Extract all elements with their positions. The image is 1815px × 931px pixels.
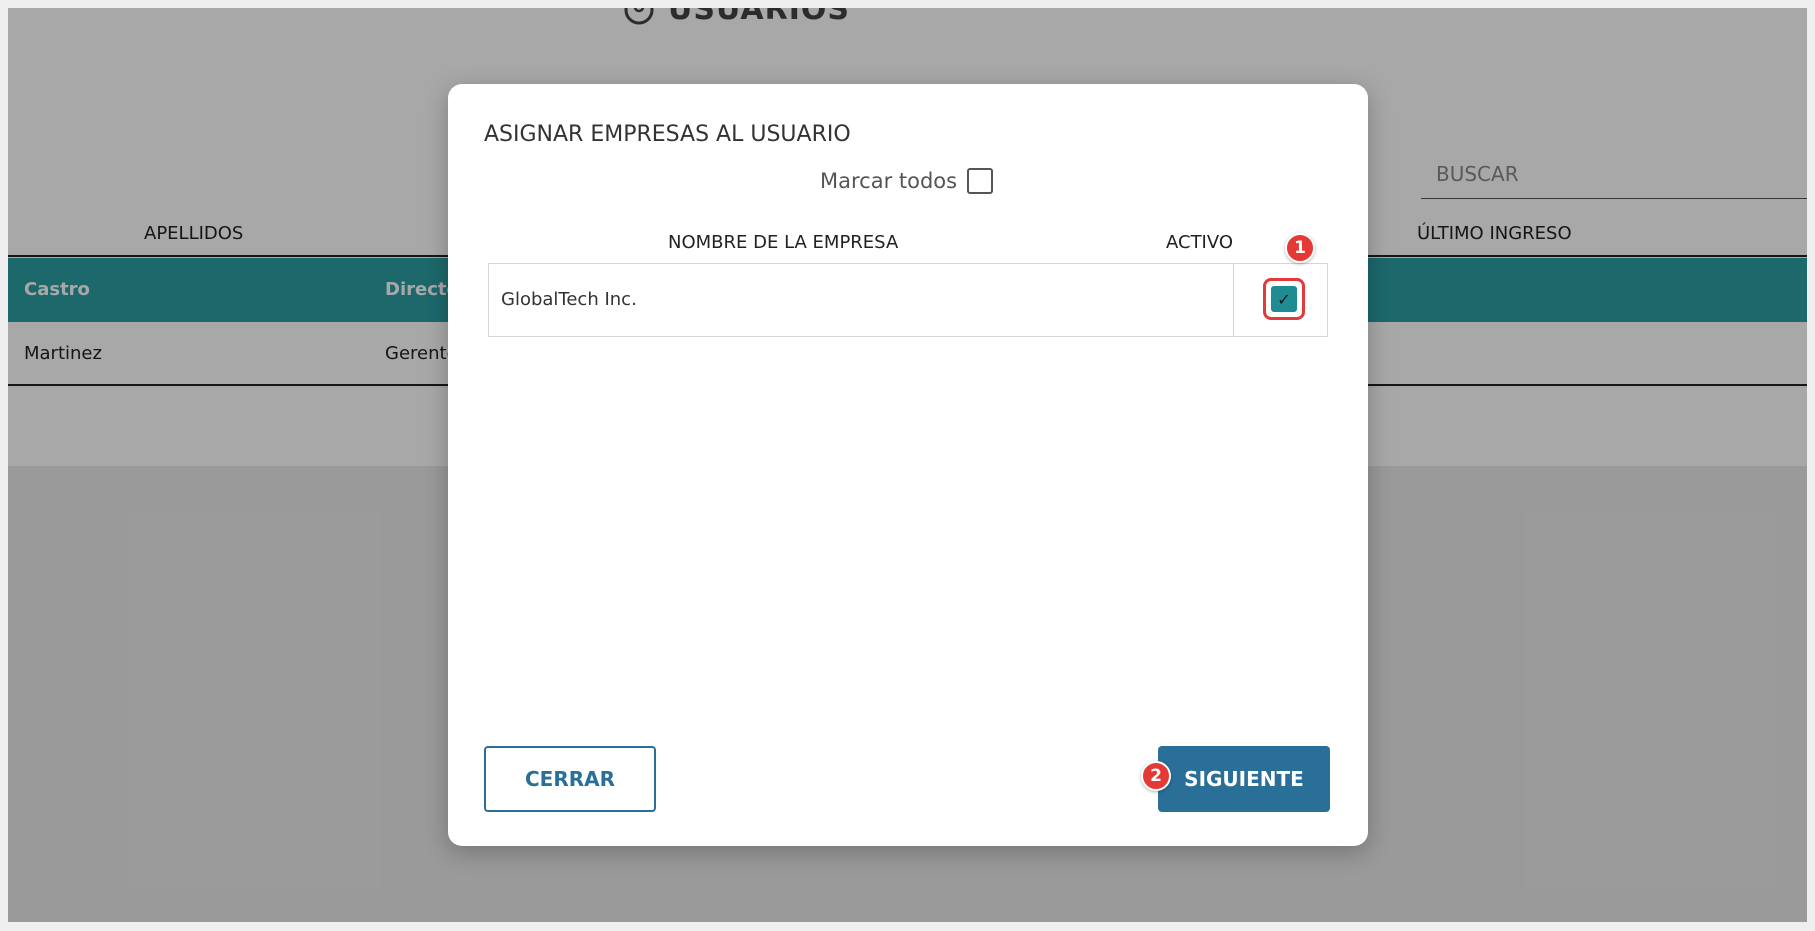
checkmark-icon: ✓ — [1271, 286, 1297, 312]
dialog-title: ASIGNAR EMPRESAS AL USUARIO — [484, 122, 851, 147]
mark-all-checkbox[interactable] — [967, 168, 994, 194]
step-badge-2: 2 — [1141, 761, 1171, 791]
close-button[interactable]: CERRAR — [484, 746, 656, 812]
column-header-company-name: NOMBRE DE LA EMPRESA — [668, 232, 899, 253]
assign-companies-dialog: ASIGNAR EMPRESAS AL USUARIO Marcar todos… — [448, 84, 1368, 846]
column-divider — [1233, 264, 1234, 336]
column-header-active: ACTIVO — [1166, 232, 1234, 253]
company-name: GlobalTech Inc. — [501, 289, 637, 310]
active-checkbox[interactable]: ✓ — [1263, 278, 1305, 320]
step-badge-1: 1 — [1285, 233, 1315, 263]
mark-all-label: Marcar todos — [820, 169, 958, 193]
next-button[interactable]: SIGUIENTE — [1158, 746, 1330, 812]
mark-all-control[interactable]: Marcar todos — [820, 168, 994, 194]
companies-table: GlobalTech Inc. ✓ — [488, 263, 1328, 337]
